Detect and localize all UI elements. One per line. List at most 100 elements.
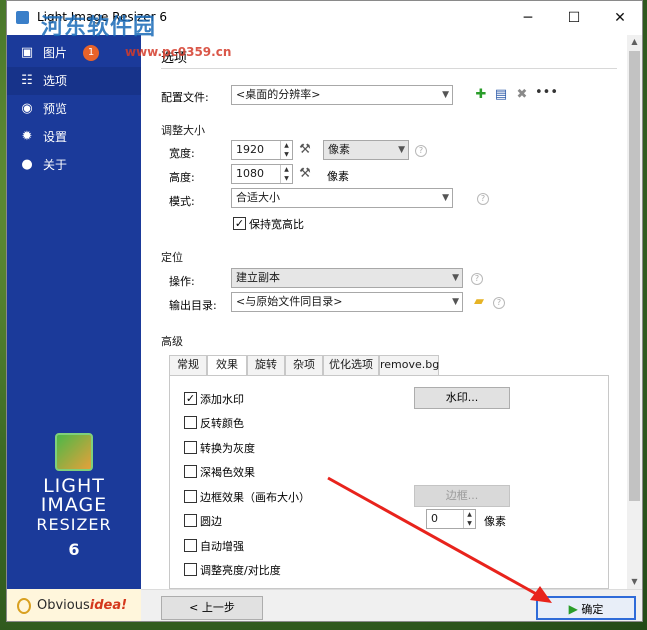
help-icon[interactable]: ? bbox=[477, 193, 489, 205]
save-icon[interactable]: ▤ bbox=[493, 87, 509, 103]
app-icon bbox=[16, 11, 29, 24]
sidebar-item-preview[interactable]: ◉ 预览 bbox=[7, 95, 141, 123]
spin-arrows-icon[interactable]: ▲ ▼ bbox=[280, 165, 292, 183]
round-corners-checkbox[interactable] bbox=[184, 514, 197, 527]
operation-value: 建立副本 bbox=[236, 271, 280, 284]
keep-ratio-checkbox[interactable]: ✓ bbox=[233, 217, 246, 230]
gear-icon: ✹ bbox=[21, 129, 33, 144]
scroll-down-icon[interactable]: ▼ bbox=[627, 575, 642, 589]
maximize-button[interactable]: ☐ bbox=[551, 5, 597, 31]
advanced-section-title: 高级 bbox=[161, 335, 183, 348]
tab-general[interactable]: 常规 bbox=[169, 355, 207, 375]
invert-label: 反转颜色 bbox=[200, 417, 244, 430]
sidebar: ▣ 图片 1 ☷ 选项 ◉ 预览 ✹ 设置 ● 关于 LIGHT IMAGE R… bbox=[7, 35, 141, 589]
chevron-down-icon: ▼ bbox=[442, 90, 449, 100]
resize-section-title: 调整大小 bbox=[161, 124, 205, 137]
round-corners-input[interactable]: 0 ▲ ▼ bbox=[426, 509, 476, 529]
round-corners-label: 圆边 bbox=[200, 515, 222, 528]
delete-icon[interactable]: ✖ bbox=[514, 87, 530, 103]
new-file-icon[interactable]: ✚ bbox=[473, 87, 489, 103]
chevron-down-icon: ▼ bbox=[452, 273, 459, 283]
site-watermark: 河东软件园 bbox=[41, 15, 157, 40]
sidebar-item-label: 图片 bbox=[43, 46, 68, 60]
grayscale-checkbox[interactable] bbox=[184, 441, 197, 454]
sepia-checkbox[interactable] bbox=[184, 465, 197, 478]
config-select[interactable]: <桌面的分辨率> ▼ bbox=[231, 85, 453, 105]
sliders-icon: ☷ bbox=[21, 73, 33, 88]
config-value: <桌面的分辨率> bbox=[236, 88, 321, 101]
chevron-down-icon: ▼ bbox=[442, 193, 449, 203]
effects-panel: ✓ 添加水印 水印... 反转颜色 转换为灰度 深褐色效果 边框效果（画布大小）… bbox=[169, 375, 609, 589]
border-checkbox[interactable] bbox=[184, 490, 197, 503]
brightness-label: 调整亮度/对比度 bbox=[200, 564, 281, 577]
sidebar-item-images[interactable]: ▣ 图片 1 bbox=[7, 39, 141, 67]
help-icon[interactable]: ? bbox=[471, 273, 483, 285]
vertical-scrollbar[interactable]: ▲ ▼ bbox=[627, 35, 642, 589]
tab-effects[interactable]: 效果 bbox=[207, 355, 247, 376]
keep-ratio-label: 保持宽高比 bbox=[249, 218, 304, 231]
height-unit: 像素 bbox=[327, 170, 349, 183]
ok-button[interactable]: ▶ 确定 bbox=[536, 596, 636, 620]
mode-select[interactable]: 合适大小 ▼ bbox=[231, 188, 453, 208]
brand-suffix: idea! bbox=[89, 598, 128, 613]
sidebar-item-label: 预览 bbox=[43, 102, 68, 116]
folder-icon[interactable]: ▰ bbox=[471, 294, 487, 310]
logo-line: RESIZER bbox=[36, 515, 112, 534]
round-corners-unit: 像素 bbox=[484, 515, 506, 528]
ok-label: 确定 bbox=[581, 603, 604, 616]
config-label: 配置文件: bbox=[161, 91, 209, 104]
chevron-down-icon: ▼ bbox=[398, 145, 405, 155]
invert-checkbox[interactable] bbox=[184, 416, 197, 429]
height-input[interactable]: 1080 ▲ ▼ bbox=[231, 164, 293, 184]
scroll-thumb[interactable] bbox=[629, 51, 640, 501]
wand-icon[interactable]: ⚒ bbox=[297, 166, 313, 182]
sidebar-item-options[interactable]: ☷ 选项 bbox=[7, 67, 141, 95]
brand-footer[interactable]: Obviousidea! bbox=[7, 589, 141, 621]
tab-optimize[interactable]: 优化选项 bbox=[323, 355, 379, 375]
product-logo: LIGHT IMAGE RESIZER 6 bbox=[7, 433, 141, 559]
spin-arrows-icon[interactable]: ▲ ▼ bbox=[280, 141, 292, 159]
tab-rotate[interactable]: 旋转 bbox=[247, 355, 285, 375]
brightness-checkbox[interactable] bbox=[184, 563, 197, 576]
height-value: 1080 bbox=[236, 167, 264, 180]
width-label: 宽度: bbox=[169, 147, 195, 160]
unit-value: 像素 bbox=[328, 143, 350, 156]
back-button[interactable]: < 上一步 bbox=[161, 596, 263, 620]
mode-value: 合适大小 bbox=[236, 191, 280, 204]
help-icon[interactable]: ? bbox=[493, 297, 505, 309]
help-icon[interactable]: ? bbox=[415, 145, 427, 157]
watermark-label: 添加水印 bbox=[200, 393, 244, 406]
auto-enhance-checkbox[interactable] bbox=[184, 539, 197, 552]
bulb-icon bbox=[17, 598, 31, 614]
close-button[interactable]: ✕ bbox=[597, 5, 642, 31]
site-watermark-url: www.pc0359.cn bbox=[125, 45, 232, 59]
border-label: 边框效果（画布大小） bbox=[200, 491, 310, 504]
sidebar-item-settings[interactable]: ✹ 设置 bbox=[7, 123, 141, 151]
watermark-button[interactable]: 水印... bbox=[414, 387, 510, 409]
sepia-label: 深褐色效果 bbox=[200, 466, 255, 479]
logo-line: IMAGE bbox=[40, 494, 108, 516]
scroll-up-icon[interactable]: ▲ bbox=[627, 35, 642, 49]
watermark-checkbox[interactable]: ✓ bbox=[184, 392, 197, 405]
sidebar-item-about[interactable]: ● 关于 bbox=[7, 151, 141, 179]
image-icon: ▣ bbox=[20, 45, 34, 60]
tab-misc[interactable]: 杂项 bbox=[285, 355, 323, 375]
width-input[interactable]: 1920 ▲ ▼ bbox=[231, 140, 293, 160]
auto-enhance-label: 自动增强 bbox=[200, 540, 244, 553]
options-panel: 选项 配置文件: <桌面的分辨率> ▼ ✚ ▤ ✖ ••• 调整大小 宽度: 19… bbox=[141, 35, 627, 589]
info-icon: ● bbox=[21, 157, 33, 172]
border-button[interactable]: 边框... bbox=[414, 485, 510, 507]
sidebar-item-label: 设置 bbox=[43, 130, 68, 144]
footer-bar: < 上一步 ▶ 确定 bbox=[141, 589, 642, 621]
minimize-button[interactable]: ─ bbox=[505, 5, 551, 31]
brand-prefix: Obvious bbox=[37, 598, 90, 613]
divider bbox=[161, 68, 617, 69]
wand-icon[interactable]: ⚒ bbox=[297, 142, 313, 158]
operation-select[interactable]: 建立副本 ▼ bbox=[231, 268, 463, 288]
tab-removebg[interactable]: remove.bg bbox=[379, 355, 439, 375]
output-dir-select[interactable]: <与原始文件同目录> ▼ bbox=[231, 292, 463, 312]
unit-select[interactable]: 像素 ▼ bbox=[323, 140, 409, 160]
spin-arrows-icon[interactable]: ▲ ▼ bbox=[463, 510, 475, 528]
sidebar-item-label: 选项 bbox=[43, 74, 68, 88]
more-icon[interactable]: ••• bbox=[535, 85, 558, 101]
